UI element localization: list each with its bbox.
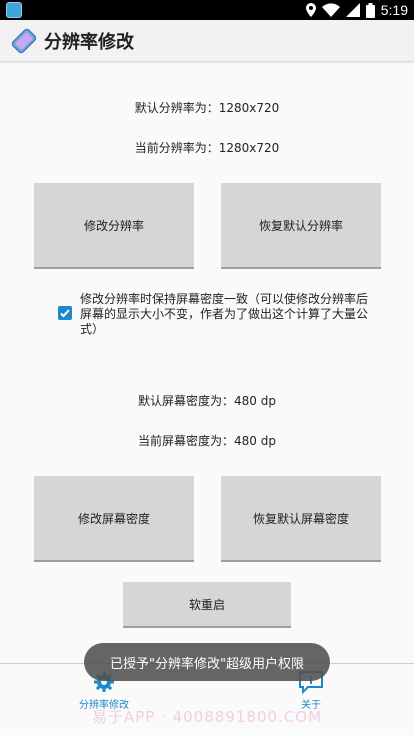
keep-density-checkbox[interactable] — [58, 306, 72, 320]
wifi-icon — [321, 3, 340, 17]
keep-density-option: 修改分辨率时保持屏幕密度一致（可以使修改分辨率后屏幕的显示大小不变，作者为了做出… — [58, 292, 368, 337]
default-density-text: 默认屏幕密度为：480 dp — [138, 394, 276, 408]
notification-app-icon — [6, 2, 22, 18]
modify-resolution-button[interactable]: 修改分辨率 — [34, 183, 194, 269]
keep-density-label[interactable]: 修改分辨率时保持屏幕密度一致（可以使修改分辨率后屏幕的显示大小不变，作者为了做出… — [80, 292, 368, 337]
location-icon — [305, 3, 316, 17]
check-icon — [60, 309, 70, 318]
watermark: 易于APP · 4008891800.COM — [91, 708, 323, 726]
modify-density-button[interactable]: 修改屏幕密度 — [34, 476, 194, 562]
restore-resolution-button[interactable]: 恢复默认分辨率 — [221, 183, 381, 269]
restore-density-button[interactable]: 恢复默认屏幕密度 — [221, 476, 381, 562]
soft-reboot-button[interactable]: 软重启 — [123, 582, 291, 628]
battery-icon — [365, 2, 375, 18]
signal-icon — [345, 3, 360, 17]
default-resolution-text: 默认分辨率为：1280x720 — [134, 101, 280, 115]
status-time: 5:19 — [380, 2, 408, 18]
current-resolution-text: 当前分辨率为：1280x720 — [134, 141, 280, 155]
page-title: 分辨率修改 — [44, 31, 134, 53]
current-density-text: 当前屏幕密度为：480 dp — [138, 434, 276, 448]
app-bar: 分辨率修改 — [0, 20, 414, 62]
toast-message: 已授予"分辨率修改"超级用户权限 — [84, 643, 330, 681]
app-logo-icon — [11, 28, 37, 53]
status-bar: 5:19 — [0, 0, 414, 20]
status-icons: 5:19 — [305, 0, 408, 20]
